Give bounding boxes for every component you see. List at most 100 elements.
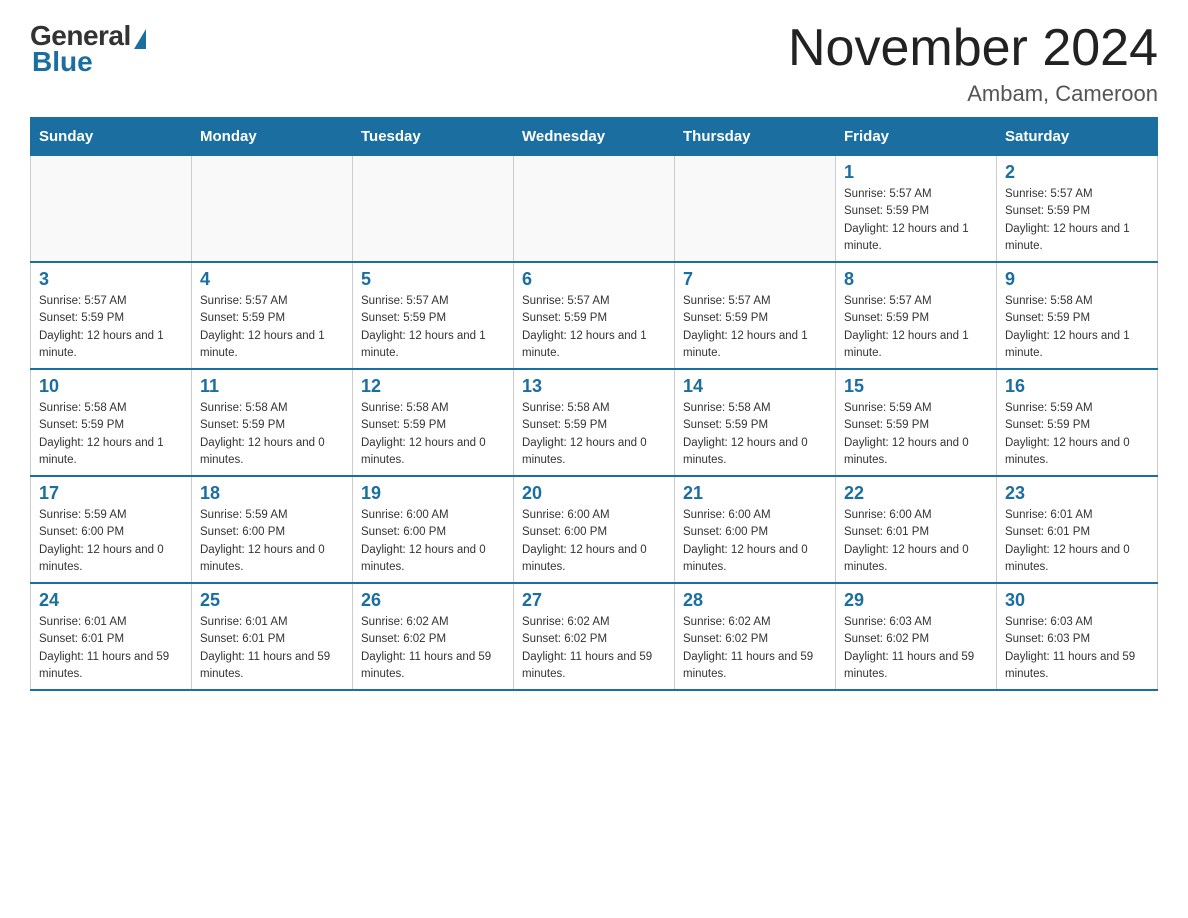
day-number: 12 [361, 376, 505, 397]
day-info: Sunrise: 5:58 AMSunset: 5:59 PMDaylight:… [39, 400, 183, 469]
calendar-week-5: 24 Sunrise: 6:01 AMSunset: 6:01 PMDayligh… [31, 583, 1158, 690]
weekday-header-row: SundayMondayTuesdayWednesdayThursdayFrid… [31, 118, 1158, 156]
day-info: Sunrise: 5:57 AMSunset: 5:59 PMDaylight:… [844, 186, 988, 255]
day-number: 10 [39, 376, 183, 397]
day-number: 11 [200, 376, 344, 397]
calendar-header: SundayMondayTuesdayWednesdayThursdayFrid… [31, 118, 1158, 156]
day-number: 25 [200, 590, 344, 611]
day-number: 23 [1005, 483, 1149, 504]
day-number: 21 [683, 483, 827, 504]
calendar-cell: 28Sunrise: 6:02 AMSunset: 6:02 PMDayligh… [675, 583, 836, 690]
day-info: Sunrise: 6:01 AMSunset: 6:01 PMDaylight:… [39, 614, 183, 683]
calendar-cell [31, 156, 192, 263]
day-info: Sunrise: 5:59 AMSunset: 6:00 PMDaylight:… [200, 507, 344, 576]
day-number: 8 [844, 269, 988, 290]
day-info: Sunrise: 6:02 AMSunset: 6:02 PMDaylight:… [683, 614, 827, 683]
calendar-cell: 27 Sunrise: 6:02 AMSunset: 6:02 PMDayligh… [514, 583, 675, 690]
month-title: November 2024 [788, 20, 1158, 77]
day-info: Sunrise: 6:02 AMSunset: 6:02 PMDaylight:… [522, 614, 666, 683]
logo-triangle-icon [134, 29, 146, 49]
day-number: 15 [844, 376, 988, 397]
calendar-cell: 11 Sunrise: 5:58 AMSunset: 5:59 PMDayligh… [192, 369, 353, 476]
calendar-cell: 13 Sunrise: 5:58 AMSunset: 5:59 PMDayligh… [514, 369, 675, 476]
calendar-cell: 29 Sunrise: 6:03 AMSunset: 6:02 PMDayligh… [836, 583, 997, 690]
day-number: 17 [39, 483, 183, 504]
day-info: Sunrise: 5:58 AMSunset: 5:59 PMDaylight:… [683, 400, 827, 469]
day-number: 16 [1005, 376, 1149, 397]
calendar-cell: 16Sunrise: 5:59 AMSunset: 5:59 PMDayligh… [997, 369, 1158, 476]
day-info: Sunrise: 5:57 AMSunset: 5:59 PMDaylight:… [1005, 186, 1149, 255]
calendar-cell: 10 Sunrise: 5:58 AMSunset: 5:59 PMDayligh… [31, 369, 192, 476]
day-number: 20 [522, 483, 666, 504]
logo-blue-text: Blue [32, 46, 93, 78]
day-number: 19 [361, 483, 505, 504]
day-number: 22 [844, 483, 988, 504]
calendar-cell [353, 156, 514, 263]
day-info: Sunrise: 6:01 AMSunset: 6:01 PMDaylight:… [1005, 507, 1149, 576]
location-text: Ambam, Cameroon [788, 81, 1158, 107]
day-info: Sunrise: 5:57 AMSunset: 5:59 PMDaylight:… [683, 293, 827, 362]
calendar-cell: 18Sunrise: 5:59 AMSunset: 6:00 PMDayligh… [192, 476, 353, 583]
calendar-cell: 6 Sunrise: 5:57 AMSunset: 5:59 PMDaylight… [514, 262, 675, 369]
calendar-cell: 7 Sunrise: 5:57 AMSunset: 5:59 PMDaylight… [675, 262, 836, 369]
calendar-cell: 25 Sunrise: 6:01 AMSunset: 6:01 PMDayligh… [192, 583, 353, 690]
calendar-cell: 15Sunrise: 5:59 AMSunset: 5:59 PMDayligh… [836, 369, 997, 476]
calendar-cell [675, 156, 836, 263]
day-number: 24 [39, 590, 183, 611]
calendar-cell [514, 156, 675, 263]
day-number: 6 [522, 269, 666, 290]
day-info: Sunrise: 6:00 AMSunset: 6:01 PMDaylight:… [844, 507, 988, 576]
calendar-cell: 3Sunrise: 5:57 AMSunset: 5:59 PMDaylight… [31, 262, 192, 369]
calendar-week-4: 17 Sunrise: 5:59 AMSunset: 6:00 PMDayligh… [31, 476, 1158, 583]
day-info: Sunrise: 5:58 AMSunset: 5:59 PMDaylight:… [200, 400, 344, 469]
calendar-cell: 5 Sunrise: 5:57 AMSunset: 5:59 PMDaylight… [353, 262, 514, 369]
day-number: 13 [522, 376, 666, 397]
day-number: 14 [683, 376, 827, 397]
calendar-cell: 24 Sunrise: 6:01 AMSunset: 6:01 PMDayligh… [31, 583, 192, 690]
calendar-cell: 30 Sunrise: 6:03 AMSunset: 6:03 PMDayligh… [997, 583, 1158, 690]
calendar-table: SundayMondayTuesdayWednesdayThursdayFrid… [30, 117, 1158, 691]
calendar-cell: 20 Sunrise: 6:00 AMSunset: 6:00 PMDayligh… [514, 476, 675, 583]
day-info: Sunrise: 5:59 AMSunset: 6:00 PMDaylight:… [39, 507, 183, 576]
page-header: General Blue November 2024 Ambam, Camero… [30, 20, 1158, 107]
day-info: Sunrise: 6:01 AMSunset: 6:01 PMDaylight:… [200, 614, 344, 683]
calendar-cell: 23 Sunrise: 6:01 AMSunset: 6:01 PMDayligh… [997, 476, 1158, 583]
calendar-cell: 8 Sunrise: 5:57 AMSunset: 5:59 PMDaylight… [836, 262, 997, 369]
day-info: Sunrise: 5:58 AMSunset: 5:59 PMDaylight:… [361, 400, 505, 469]
day-info: Sunrise: 5:57 AMSunset: 5:59 PMDaylight:… [39, 293, 183, 362]
day-number: 30 [1005, 590, 1149, 611]
day-number: 29 [844, 590, 988, 611]
day-number: 5 [361, 269, 505, 290]
weekday-header-sunday: Sunday [31, 118, 192, 156]
day-info: Sunrise: 6:03 AMSunset: 6:03 PMDaylight:… [1005, 614, 1149, 683]
calendar-cell [192, 156, 353, 263]
calendar-cell: 22 Sunrise: 6:00 AMSunset: 6:01 PMDayligh… [836, 476, 997, 583]
day-number: 9 [1005, 269, 1149, 290]
day-info: Sunrise: 6:03 AMSunset: 6:02 PMDaylight:… [844, 614, 988, 683]
day-info: Sunrise: 5:58 AMSunset: 5:59 PMDaylight:… [522, 400, 666, 469]
day-number: 7 [683, 269, 827, 290]
day-info: Sunrise: 6:02 AMSunset: 6:02 PMDaylight:… [361, 614, 505, 683]
day-info: Sunrise: 6:00 AMSunset: 6:00 PMDaylight:… [683, 507, 827, 576]
weekday-header-monday: Monday [192, 118, 353, 156]
weekday-header-friday: Friday [836, 118, 997, 156]
calendar-cell: 12 Sunrise: 5:58 AMSunset: 5:59 PMDayligh… [353, 369, 514, 476]
weekday-header-thursday: Thursday [675, 118, 836, 156]
calendar-cell: 9Sunrise: 5:58 AMSunset: 5:59 PMDaylight… [997, 262, 1158, 369]
day-number: 27 [522, 590, 666, 611]
calendar-week-3: 10 Sunrise: 5:58 AMSunset: 5:59 PMDayligh… [31, 369, 1158, 476]
calendar-week-2: 3Sunrise: 5:57 AMSunset: 5:59 PMDaylight… [31, 262, 1158, 369]
day-info: Sunrise: 5:57 AMSunset: 5:59 PMDaylight:… [844, 293, 988, 362]
weekday-header-wednesday: Wednesday [514, 118, 675, 156]
calendar-body: 1 Sunrise: 5:57 AMSunset: 5:59 PMDaylight… [31, 156, 1158, 691]
weekday-header-saturday: Saturday [997, 118, 1158, 156]
calendar-cell: 4Sunrise: 5:57 AMSunset: 5:59 PMDaylight… [192, 262, 353, 369]
logo: General Blue [30, 20, 146, 78]
day-info: Sunrise: 6:00 AMSunset: 6:00 PMDaylight:… [522, 507, 666, 576]
day-info: Sunrise: 5:57 AMSunset: 5:59 PMDaylight:… [361, 293, 505, 362]
day-number: 1 [844, 162, 988, 183]
day-number: 2 [1005, 162, 1149, 183]
day-info: Sunrise: 5:57 AMSunset: 5:59 PMDaylight:… [522, 293, 666, 362]
calendar-cell: 26Sunrise: 6:02 AMSunset: 6:02 PMDayligh… [353, 583, 514, 690]
day-info: Sunrise: 6:00 AMSunset: 6:00 PMDaylight:… [361, 507, 505, 576]
